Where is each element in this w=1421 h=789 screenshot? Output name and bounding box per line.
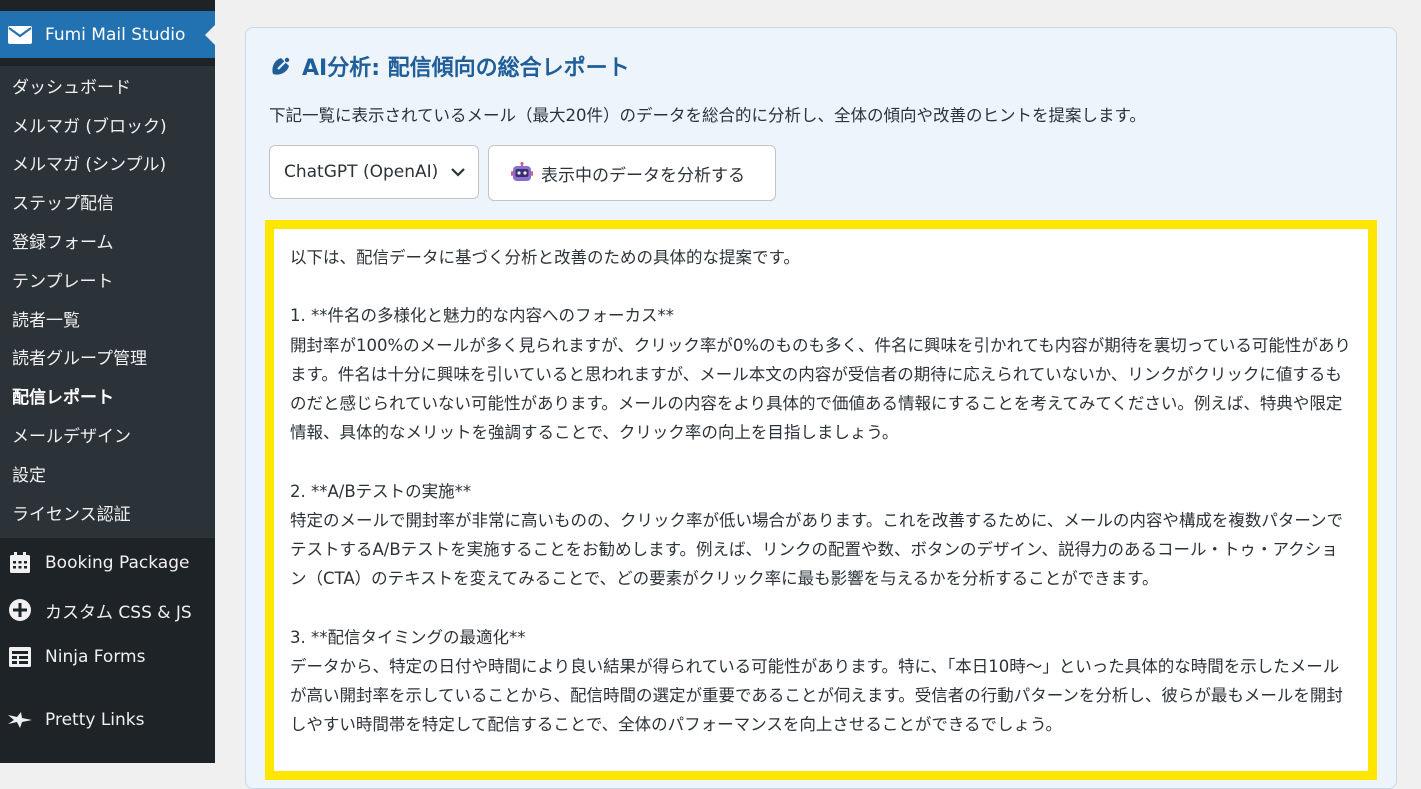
chevron-down-icon [450, 164, 466, 180]
submenu-item-reader-list[interactable]: 読者一覧 [0, 299, 215, 338]
robot-icon [511, 161, 533, 184]
submenu-item-dashboard[interactable]: ダッシュボード [0, 66, 215, 105]
envelope-icon [8, 25, 32, 44]
form-icon [7, 644, 33, 670]
menu-booking-package[interactable]: Booking Package [0, 540, 215, 586]
submenu-item-settings[interactable]: 設定 [0, 454, 215, 493]
submenu-item-signup-form[interactable]: 登録フォーム [0, 221, 215, 260]
menu-label: Fumi Mail Studio [45, 24, 186, 45]
menu-ninja-forms[interactable]: Ninja Forms [0, 634, 215, 680]
calendar-icon [7, 550, 33, 576]
menu-pretty-links[interactable]: Pretty Links [0, 697, 215, 743]
menu-label: Booking Package [45, 553, 190, 573]
submenu-item-delivery-report[interactable]: 配信レポート [0, 376, 215, 415]
panel-title-text: AI分析: 配信傾向の総合レポート [302, 56, 630, 81]
analysis-result-text: 以下は、配信データに基づく分析と改善のための具体的な提案です。 1. **件名の… [290, 248, 1351, 735]
menu-label: カスタム CSS & JS [45, 602, 192, 623]
submenu-item-license[interactable]: ライセンス認証 [0, 493, 215, 532]
submenu-item-reader-groups[interactable]: 読者グループ管理 [0, 338, 215, 377]
star-link-icon [7, 707, 33, 733]
menu-label: Pretty Links [45, 710, 145, 730]
ai-analysis-panel: AI分析: 配信傾向の総合レポート 下記一覧に表示されているメール（最大20件）… [245, 27, 1397, 789]
submenu-item-newsletter-simple[interactable]: メルマガ (シンプル) [0, 144, 215, 183]
ai-model-select-value: ChatGPT (OpenAI) [284, 162, 439, 182]
admin-sidebar: Fumi Mail Studio ダッシュボード メルマガ (ブロック) メルマ… [0, 0, 215, 763]
panel-description: 下記一覧に表示されているメール（最大20件）のデータを総合的に分析し、全体の傾向… [269, 106, 1146, 125]
menu-fumi-mail-studio[interactable]: Fumi Mail Studio [0, 11, 215, 58]
plus-circle-icon [7, 597, 33, 623]
current-arrow [205, 25, 215, 45]
analyze-button-label: 表示中のデータを分析する [541, 165, 745, 186]
menu-label: Ninja Forms [45, 647, 146, 667]
submenu-item-mail-design[interactable]: メールデザイン [0, 415, 215, 454]
submenu: ダッシュボード メルマガ (ブロック) メルマガ (シンプル) ステップ配信 登… [0, 66, 215, 538]
satellite-dish-icon [270, 55, 292, 77]
analysis-result-box: 以下は、配信データに基づく分析と改善のための具体的な提案です。 1. **件名の… [265, 220, 1377, 780]
submenu-item-newsletter-block[interactable]: メルマガ (ブロック) [0, 105, 215, 144]
panel-title: AI分析: 配信傾向の総合レポート [270, 50, 630, 82]
analyze-data-button[interactable]: 表示中のデータを分析する [488, 145, 776, 201]
submenu-item-step-delivery[interactable]: ステップ配信 [0, 182, 215, 221]
menu-custom-css-js[interactable]: カスタム CSS & JS [0, 587, 215, 633]
submenu-item-template[interactable]: テンプレート [0, 260, 215, 299]
ai-model-select[interactable]: ChatGPT (OpenAI) [269, 145, 479, 199]
